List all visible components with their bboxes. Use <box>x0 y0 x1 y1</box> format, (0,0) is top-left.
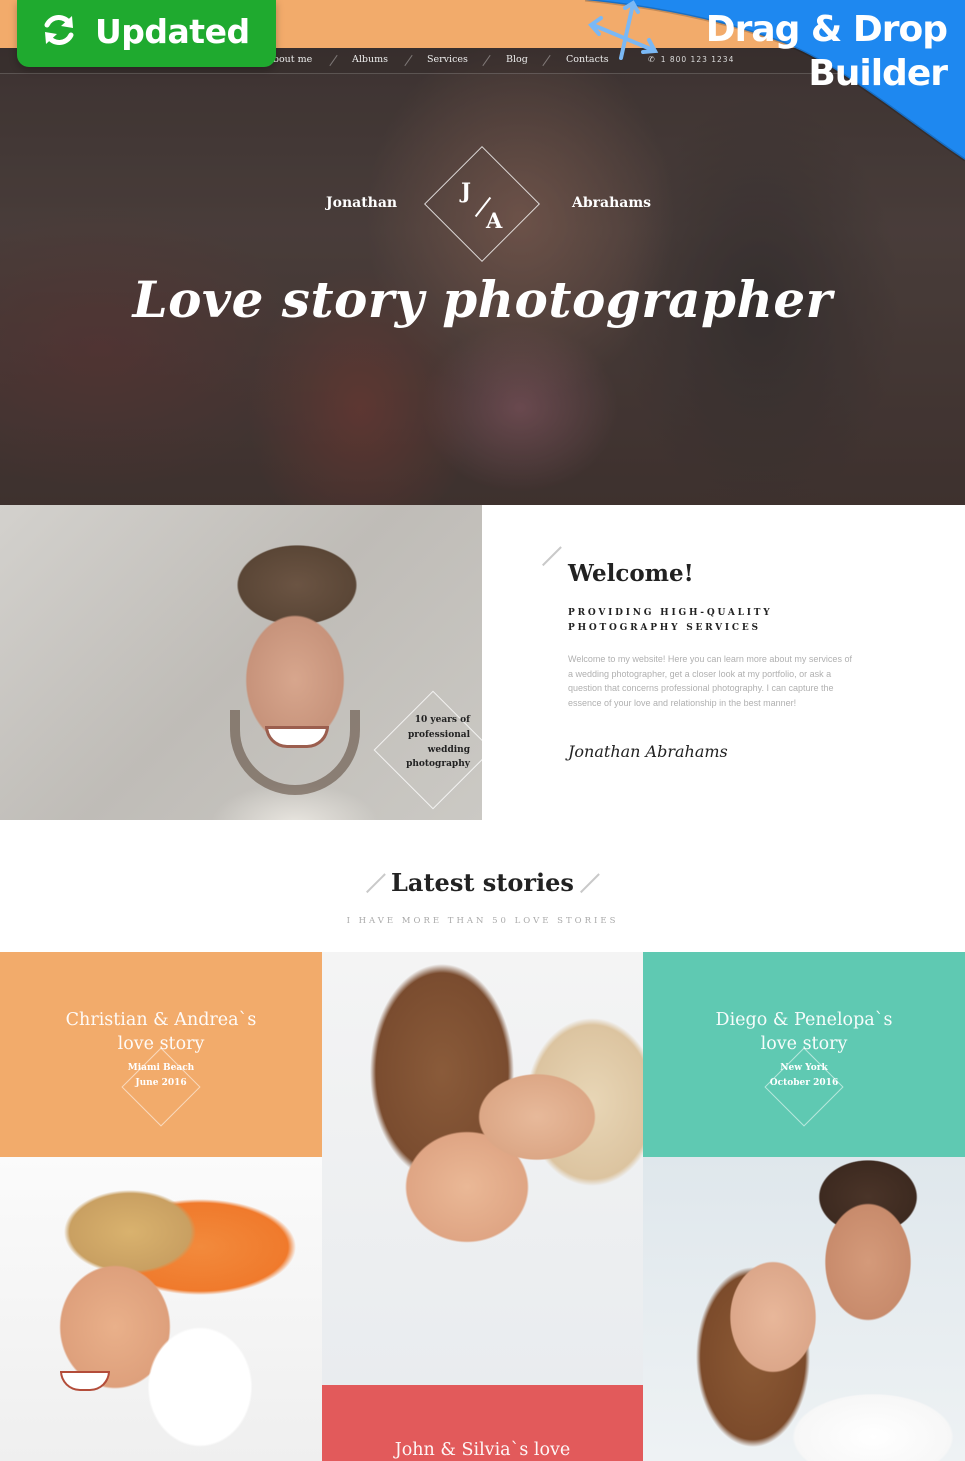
updated-label: Updated <box>95 12 250 51</box>
hero-tagline: Love story photographer <box>132 270 833 329</box>
story-card-diego-penelopa[interactable]: Diego & Penelopa`s love story New York O… <box>643 952 965 1157</box>
story-place: New York <box>780 1063 828 1073</box>
nav-separator <box>542 54 551 67</box>
nav-separator <box>404 54 413 67</box>
story-meta: Miami Beach June 2016 <box>0 1061 322 1090</box>
story-place: Miami Beach <box>127 1063 195 1073</box>
experience-badge: 10 years of professional wedding photogr… <box>388 713 470 772</box>
nav-separator <box>482 54 491 67</box>
photo-smile <box>60 1371 110 1391</box>
promo-text: Drag & Drop Builder <box>705 8 948 96</box>
promo-line-1: Drag & Drop <box>705 9 948 50</box>
story-photo-beach-couple[interactable] <box>0 1157 322 1461</box>
latest-stories-title: Latest stories <box>391 868 574 897</box>
story-date: June 2016 <box>135 1077 187 1088</box>
welcome-subtitle: PROVIDING HIGH-QUALITY PHOTOGRAPHY SERVI… <box>568 606 772 636</box>
story-meta: New York October 2016 <box>643 1061 965 1090</box>
latest-stories-subtitle: I HAVE MORE THAN 50 LOVE STORIES <box>346 916 619 926</box>
subtitle-line: PROVIDING HIGH-QUALITY <box>568 608 773 618</box>
story-title-line: Christian & Andrea`s <box>65 1010 257 1030</box>
updated-badge[interactable]: Updated <box>17 0 276 67</box>
subtitle-line: PHOTOGRAPHY SERVICES <box>568 623 761 633</box>
story-title: John & Silvia`s love <box>394 1440 571 1460</box>
welcome-description: Welcome to my website! Here you can lear… <box>568 654 852 708</box>
story-date: October 2016 <box>769 1077 839 1088</box>
nav-item-blog[interactable]: Blog <box>506 54 528 65</box>
monogram-first-initial: J <box>461 178 471 203</box>
welcome-title: Welcome! <box>568 560 694 587</box>
badge-line: 10 years of <box>414 715 470 725</box>
decorative-slash <box>542 546 562 566</box>
story-photo-couple-kiss[interactable] <box>322 952 643 1385</box>
story-card-john-silvia[interactable]: John & Silvia`s love <box>322 1385 643 1461</box>
story-photo-smiling-couple[interactable] <box>643 1157 965 1461</box>
hero-section: About me Albums Services Blog Contacts ✆… <box>0 48 965 505</box>
portrait-beard <box>230 710 360 795</box>
badge-line: wedding <box>427 744 470 755</box>
promo-line-2: Builder <box>808 53 948 94</box>
monogram-diamond <box>424 146 540 262</box>
phone-icon: ✆ <box>648 55 656 64</box>
photographer-portrait: 10 years of professional wedding photogr… <box>0 505 482 820</box>
badge-line: photography <box>406 759 470 770</box>
nav-item-services[interactable]: Services <box>427 54 468 65</box>
refresh-icon <box>44 15 74 45</box>
monogram-last-initial: A <box>486 208 503 233</box>
hero-first-name: Jonathan <box>326 195 398 211</box>
signature: Jonathan Abrahams <box>568 742 728 761</box>
nav-item-albums[interactable]: Albums <box>352 54 388 65</box>
nav-item-contacts[interactable]: Contacts <box>566 54 609 65</box>
badge-line: professional <box>408 729 470 740</box>
about-section: Welcome! PROVIDING HIGH-QUALITY PHOTOGRA… <box>482 505 965 820</box>
nav-separator <box>329 54 338 67</box>
hero-last-name: Abrahams <box>572 195 652 211</box>
story-card-christian-andrea[interactable]: Christian & Andrea`s love story Miami Be… <box>0 952 322 1157</box>
story-title-line: Diego & Penelopa`s <box>715 1010 893 1030</box>
